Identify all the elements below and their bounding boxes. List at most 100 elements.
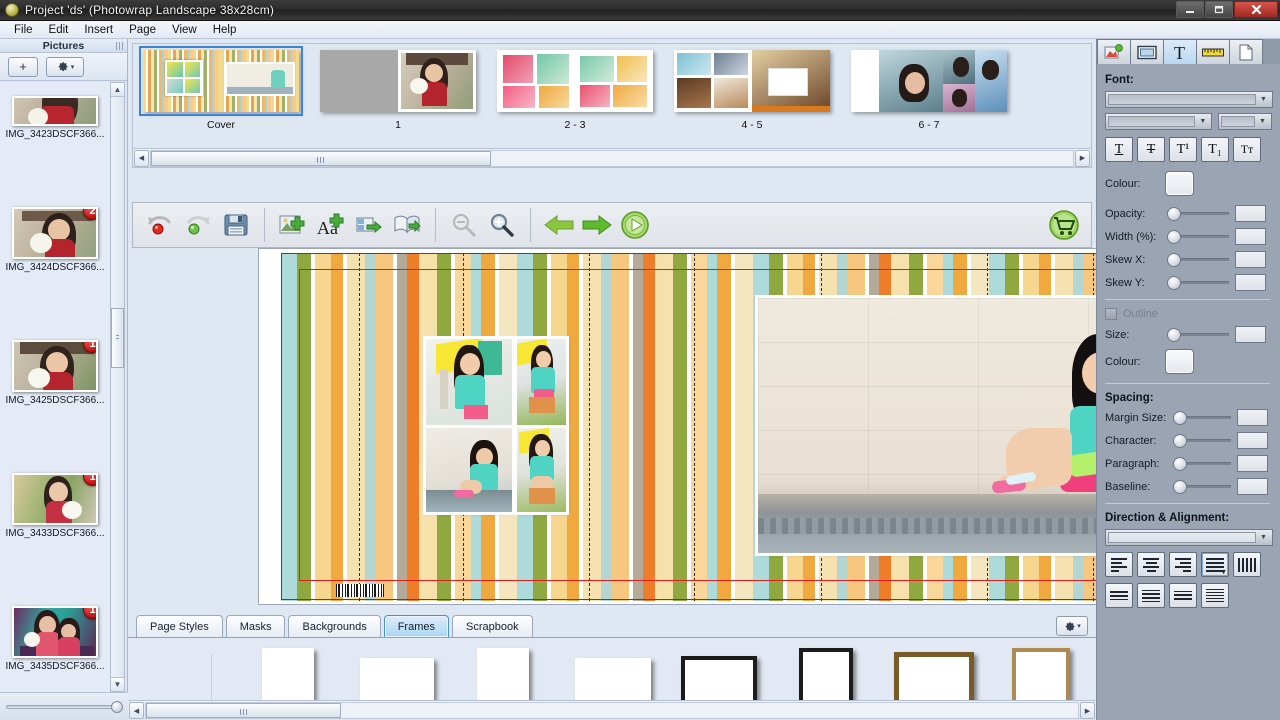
add-picture-button[interactable] [274,206,312,244]
baseline-slider[interactable] [1173,480,1231,494]
margin-size-value[interactable] [1237,409,1268,426]
photo-girl-flag-large[interactable] [426,339,512,425]
tab-scrapbook[interactable]: Scrapbook [451,615,533,637]
scrollbar-track[interactable] [145,702,1079,719]
skew-y-value[interactable] [1235,274,1266,291]
direction-select[interactable]: ▼ [1105,529,1273,546]
scroll-down-arrow-icon[interactable]: ▼ [111,677,124,691]
scroll-right-arrow-icon[interactable]: ▶ [1075,149,1090,167]
prev-page-button[interactable] [540,206,578,244]
opacity-value[interactable] [1235,205,1266,222]
align-right-button[interactable] [1169,552,1197,577]
smallcaps-button[interactable]: Tᴛ [1233,137,1261,162]
valign-bottom-button[interactable] [1169,583,1197,608]
page-thumb-2-3[interactable]: 2 - 3 [497,50,653,131]
scroll-left-arrow-icon[interactable]: ◀ [129,702,144,719]
paragraph-slider[interactable] [1173,457,1231,471]
picture-tab[interactable] [1097,39,1131,64]
list-item[interactable]: 1 IMG_3433DSCF366... [0,410,110,543]
menu-insert[interactable]: Insert [76,23,121,37]
zoom-out-button[interactable] [445,206,483,244]
outline-checkbox[interactable] [1105,308,1117,320]
valign-top-button[interactable] [1105,583,1133,608]
scrollbar-thumb[interactable] [151,150,491,166]
picture-thumbnail[interactable]: 1 [12,473,98,525]
pictures-list[interactable]: IMG_3423DSCF366... 2 IMG_3424DSCF366... [0,82,110,692]
page-thumb-6-7[interactable]: 6 - 7 [851,50,1007,131]
scroll-right-arrow-icon[interactable]: ▶ [1080,702,1095,719]
page-thumb-cover[interactable]: Cover [139,46,303,131]
undo-button[interactable] [141,206,179,244]
font-size-select[interactable]: ▼ [1218,113,1272,130]
menu-help[interactable]: Help [205,23,245,37]
list-item[interactable]: 2 IMG_3424DSCF366... [0,144,110,277]
save-button[interactable] [217,206,255,244]
page-thumb-4-5[interactable]: 4 - 5 [674,50,830,131]
export-page-button[interactable] [350,206,388,244]
width-slider[interactable] [1167,230,1229,244]
align-left-button[interactable] [1105,552,1133,577]
scrollbar-thumb[interactable] [146,703,341,718]
page-spread[interactable] [281,253,1193,601]
next-page-button[interactable] [578,206,616,244]
skew-y-slider[interactable] [1167,276,1229,290]
underline-button[interactable]: T [1105,137,1133,162]
page-thumb-1[interactable]: 1 [320,50,476,131]
list-item[interactable]: 1 IMG_3425DSCF366... [0,277,110,410]
align-center-button[interactable] [1137,552,1165,577]
character-slider[interactable] [1173,434,1231,448]
tab-frames[interactable]: Frames [383,615,449,637]
tab-page-styles[interactable]: Page Styles [136,615,223,637]
outline-colour-swatch[interactable] [1165,349,1194,374]
picture-thumbnail[interactable]: 1 [12,340,98,392]
page-sheet[interactable] [851,50,1007,112]
redo-button[interactable] [179,206,217,244]
list-item[interactable]: 1 IMG_3435DSCF366... [0,543,110,676]
outline-row[interactable]: Outline [1105,308,1272,320]
skew-x-value[interactable] [1235,251,1266,268]
page-sheet[interactable] [497,50,653,112]
align-justify-button[interactable]: ▼ [1201,552,1229,577]
outline-size-value[interactable] [1235,326,1266,343]
skew-x-slider[interactable] [1167,253,1229,267]
preview-button[interactable] [616,206,654,244]
tab-masks[interactable]: Masks [225,615,286,637]
frame-tab[interactable] [1130,39,1164,64]
scrollbar-track[interactable] [150,149,1074,167]
export-book-button[interactable] [388,206,426,244]
menu-file[interactable]: File [6,23,41,37]
outline-size-slider[interactable] [1167,328,1229,342]
font-colour-swatch[interactable] [1165,171,1194,196]
superscript-button[interactable]: T¹ [1169,137,1197,162]
menu-view[interactable]: View [164,23,205,37]
font-style-select[interactable]: ▼ [1105,113,1213,130]
tab-backgrounds[interactable]: Backgrounds [288,615,381,637]
font-family-select[interactable]: ▼ [1105,91,1273,108]
baseline-value[interactable] [1237,478,1268,495]
frames-scrollbar[interactable]: ◀ ▶ [128,700,1096,720]
page-sheet[interactable] [674,50,830,112]
margin-size-slider[interactable] [1173,411,1231,425]
valign-middle-button[interactable] [1137,583,1165,608]
canvas-area[interactable] [258,248,1194,605]
pictures-zoom-slider[interactable] [6,700,123,713]
align-vertical-button[interactable] [1233,552,1261,577]
paragraph-value[interactable] [1237,455,1268,472]
maximize-button[interactable] [1205,1,1233,18]
character-value[interactable] [1237,432,1268,449]
picture-thumbnail[interactable] [12,96,98,126]
pictures-scrollbar[interactable]: ▲ ▼ [110,82,125,692]
add-text-button[interactable]: Aa [312,206,350,244]
page-sheet[interactable] [139,46,303,116]
page-tab[interactable] [1229,39,1263,64]
picture-thumbnail[interactable]: 2 [12,207,98,259]
scrollbar-thumb[interactable] [111,308,124,368]
add-picture-button[interactable]: + [8,56,38,77]
text-tab[interactable]: T [1163,39,1197,64]
valign-stretch-button[interactable] [1201,583,1229,608]
scroll-up-arrow-icon[interactable]: ▲ [111,83,124,97]
panel-grip-icon[interactable] [116,42,124,50]
width-value[interactable] [1235,228,1266,245]
slider-knob[interactable] [111,700,123,713]
menu-page[interactable]: Page [121,23,164,37]
